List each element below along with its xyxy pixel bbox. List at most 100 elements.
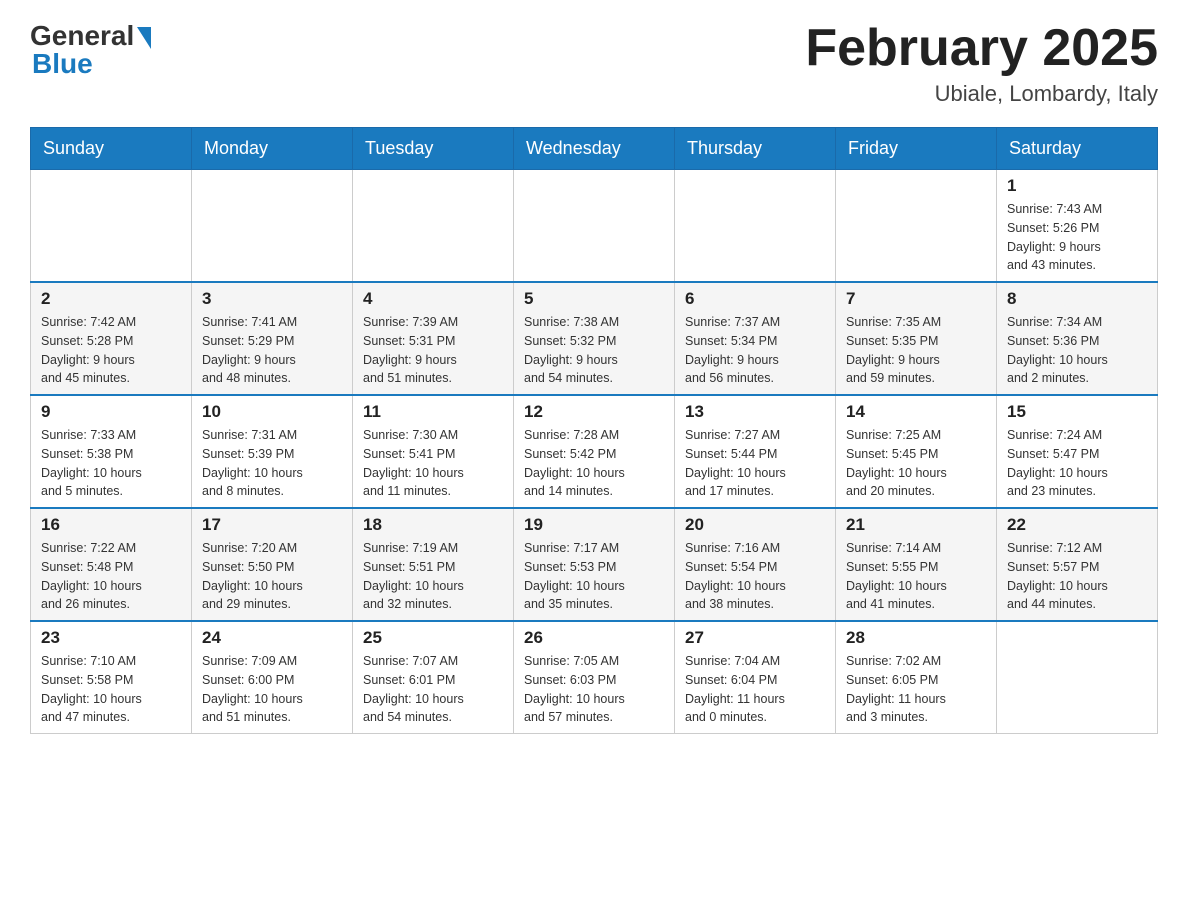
- day-number: 19: [524, 515, 664, 535]
- calendar-cell: 12 Sunrise: 7:28 AM Sunset: 5:42 PM Dayli…: [514, 395, 675, 508]
- day-number: 11: [363, 402, 503, 422]
- calendar-cell: 19 Sunrise: 7:17 AM Sunset: 5:53 PM Dayli…: [514, 508, 675, 621]
- day-number: 22: [1007, 515, 1147, 535]
- day-info: Sunrise: 7:37 AM Sunset: 5:34 PM Dayligh…: [685, 313, 825, 388]
- day-number: 10: [202, 402, 342, 422]
- calendar-cell: [675, 170, 836, 283]
- day-number: 21: [846, 515, 986, 535]
- calendar-cell: 5 Sunrise: 7:38 AM Sunset: 5:32 PM Daylig…: [514, 282, 675, 395]
- title-section: February 2025 Ubiale, Lombardy, Italy: [805, 20, 1158, 107]
- day-info: Sunrise: 7:02 AM Sunset: 6:05 PM Dayligh…: [846, 652, 986, 727]
- calendar-cell: 10 Sunrise: 7:31 AM Sunset: 5:39 PM Dayli…: [192, 395, 353, 508]
- day-info: Sunrise: 7:19 AM Sunset: 5:51 PM Dayligh…: [363, 539, 503, 614]
- day-info: Sunrise: 7:12 AM Sunset: 5:57 PM Dayligh…: [1007, 539, 1147, 614]
- day-number: 13: [685, 402, 825, 422]
- calendar-cell: 9 Sunrise: 7:33 AM Sunset: 5:38 PM Daylig…: [31, 395, 192, 508]
- week-row-3: 9 Sunrise: 7:33 AM Sunset: 5:38 PM Daylig…: [31, 395, 1158, 508]
- day-number: 24: [202, 628, 342, 648]
- calendar-table: SundayMondayTuesdayWednesdayThursdayFrid…: [30, 127, 1158, 734]
- day-info: Sunrise: 7:10 AM Sunset: 5:58 PM Dayligh…: [41, 652, 181, 727]
- calendar-cell: 2 Sunrise: 7:42 AM Sunset: 5:28 PM Daylig…: [31, 282, 192, 395]
- day-info: Sunrise: 7:04 AM Sunset: 6:04 PM Dayligh…: [685, 652, 825, 727]
- calendar-cell: 15Sunrise: 7:24 AM Sunset: 5:47 PM Dayli…: [997, 395, 1158, 508]
- day-number: 4: [363, 289, 503, 309]
- calendar-cell: 3 Sunrise: 7:41 AM Sunset: 5:29 PM Daylig…: [192, 282, 353, 395]
- day-number: 7: [846, 289, 986, 309]
- calendar-cell: 27 Sunrise: 7:04 AM Sunset: 6:04 PM Dayli…: [675, 621, 836, 734]
- day-info: Sunrise: 7:28 AM Sunset: 5:42 PM Dayligh…: [524, 426, 664, 501]
- calendar-cell: 13 Sunrise: 7:27 AM Sunset: 5:44 PM Dayli…: [675, 395, 836, 508]
- calendar-cell: 11 Sunrise: 7:30 AM Sunset: 5:41 PM Dayli…: [353, 395, 514, 508]
- calendar-cell: 21 Sunrise: 7:14 AM Sunset: 5:55 PM Dayli…: [836, 508, 997, 621]
- weekday-header-sunday: Sunday: [31, 128, 192, 170]
- weekday-header-thursday: Thursday: [675, 128, 836, 170]
- calendar-cell: 23 Sunrise: 7:10 AM Sunset: 5:58 PM Dayli…: [31, 621, 192, 734]
- day-info: Sunrise: 7:35 AM Sunset: 5:35 PM Dayligh…: [846, 313, 986, 388]
- day-info: Sunrise: 7:41 AM Sunset: 5:29 PM Dayligh…: [202, 313, 342, 388]
- day-number: 16: [41, 515, 181, 535]
- day-number: 25: [363, 628, 503, 648]
- day-info: Sunrise: 7:09 AM Sunset: 6:00 PM Dayligh…: [202, 652, 342, 727]
- day-number: 1: [1007, 176, 1147, 196]
- calendar-cell: 7 Sunrise: 7:35 AM Sunset: 5:35 PM Daylig…: [836, 282, 997, 395]
- page-header: General Blue February 2025 Ubiale, Lomba…: [30, 20, 1158, 107]
- calendar-cell: 6Sunrise: 7:37 AM Sunset: 5:34 PM Daylig…: [675, 282, 836, 395]
- month-year-title: February 2025: [805, 20, 1158, 77]
- calendar-cell: 16 Sunrise: 7:22 AM Sunset: 5:48 PM Dayli…: [31, 508, 192, 621]
- day-info: Sunrise: 7:43 AM Sunset: 5:26 PM Dayligh…: [1007, 200, 1147, 275]
- day-number: 5: [524, 289, 664, 309]
- day-info: Sunrise: 7:33 AM Sunset: 5:38 PM Dayligh…: [41, 426, 181, 501]
- calendar-cell: 28 Sunrise: 7:02 AM Sunset: 6:05 PM Dayli…: [836, 621, 997, 734]
- week-row-2: 2 Sunrise: 7:42 AM Sunset: 5:28 PM Daylig…: [31, 282, 1158, 395]
- day-number: 12: [524, 402, 664, 422]
- week-row-5: 23 Sunrise: 7:10 AM Sunset: 5:58 PM Dayli…: [31, 621, 1158, 734]
- day-info: Sunrise: 7:20 AM Sunset: 5:50 PM Dayligh…: [202, 539, 342, 614]
- calendar-cell: [31, 170, 192, 283]
- day-number: 14: [846, 402, 986, 422]
- day-info: Sunrise: 7:27 AM Sunset: 5:44 PM Dayligh…: [685, 426, 825, 501]
- day-number: 3: [202, 289, 342, 309]
- calendar-cell: [836, 170, 997, 283]
- calendar-cell: 17 Sunrise: 7:20 AM Sunset: 5:50 PM Dayli…: [192, 508, 353, 621]
- weekday-header-wednesday: Wednesday: [514, 128, 675, 170]
- day-number: 27: [685, 628, 825, 648]
- day-number: 2: [41, 289, 181, 309]
- day-info: Sunrise: 7:14 AM Sunset: 5:55 PM Dayligh…: [846, 539, 986, 614]
- logo-blue-text: Blue: [32, 48, 93, 80]
- week-row-1: 1 Sunrise: 7:43 AM Sunset: 5:26 PM Daylig…: [31, 170, 1158, 283]
- calendar-cell: 14 Sunrise: 7:25 AM Sunset: 5:45 PM Dayli…: [836, 395, 997, 508]
- day-info: Sunrise: 7:05 AM Sunset: 6:03 PM Dayligh…: [524, 652, 664, 727]
- day-info: Sunrise: 7:17 AM Sunset: 5:53 PM Dayligh…: [524, 539, 664, 614]
- day-number: 28: [846, 628, 986, 648]
- weekday-header-row: SundayMondayTuesdayWednesdayThursdayFrid…: [31, 128, 1158, 170]
- location-subtitle: Ubiale, Lombardy, Italy: [805, 81, 1158, 107]
- day-info: Sunrise: 7:25 AM Sunset: 5:45 PM Dayligh…: [846, 426, 986, 501]
- calendar-cell: [514, 170, 675, 283]
- weekday-header-monday: Monday: [192, 128, 353, 170]
- day-info: Sunrise: 7:42 AM Sunset: 5:28 PM Dayligh…: [41, 313, 181, 388]
- logo: General Blue: [30, 20, 151, 80]
- day-number: 20: [685, 515, 825, 535]
- day-info: Sunrise: 7:31 AM Sunset: 5:39 PM Dayligh…: [202, 426, 342, 501]
- day-number: 8: [1007, 289, 1147, 309]
- calendar-cell: 26 Sunrise: 7:05 AM Sunset: 6:03 PM Dayli…: [514, 621, 675, 734]
- weekday-header-tuesday: Tuesday: [353, 128, 514, 170]
- calendar-cell: [997, 621, 1158, 734]
- weekday-header-saturday: Saturday: [997, 128, 1158, 170]
- day-number: 23: [41, 628, 181, 648]
- calendar-cell: 24 Sunrise: 7:09 AM Sunset: 6:00 PM Dayli…: [192, 621, 353, 734]
- day-info: Sunrise: 7:30 AM Sunset: 5:41 PM Dayligh…: [363, 426, 503, 501]
- calendar-cell: [353, 170, 514, 283]
- calendar-cell: [192, 170, 353, 283]
- calendar-cell: 18Sunrise: 7:19 AM Sunset: 5:51 PM Dayli…: [353, 508, 514, 621]
- calendar-cell: 1 Sunrise: 7:43 AM Sunset: 5:26 PM Daylig…: [997, 170, 1158, 283]
- day-number: 9: [41, 402, 181, 422]
- day-info: Sunrise: 7:38 AM Sunset: 5:32 PM Dayligh…: [524, 313, 664, 388]
- day-number: 17: [202, 515, 342, 535]
- day-number: 26: [524, 628, 664, 648]
- calendar-cell: 25Sunrise: 7:07 AM Sunset: 6:01 PM Dayli…: [353, 621, 514, 734]
- day-info: Sunrise: 7:34 AM Sunset: 5:36 PM Dayligh…: [1007, 313, 1147, 388]
- day-info: Sunrise: 7:22 AM Sunset: 5:48 PM Dayligh…: [41, 539, 181, 614]
- day-info: Sunrise: 7:39 AM Sunset: 5:31 PM Dayligh…: [363, 313, 503, 388]
- weekday-header-friday: Friday: [836, 128, 997, 170]
